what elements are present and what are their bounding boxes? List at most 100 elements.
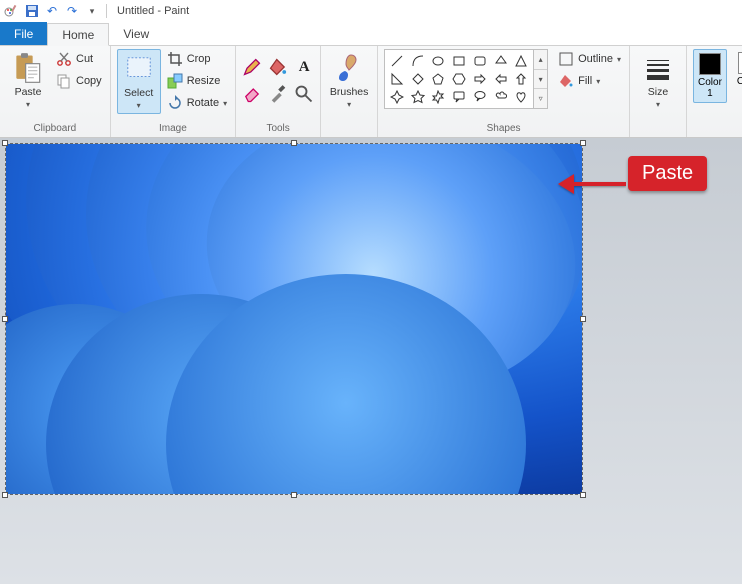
- brush-icon: [335, 52, 363, 84]
- shape-curve-icon: [408, 52, 428, 69]
- annotation-arrow: [556, 170, 626, 198]
- undo-icon[interactable]: ↶: [44, 3, 60, 19]
- handle-w[interactable]: [2, 316, 8, 322]
- shape-arrowr-icon: [470, 70, 490, 87]
- tab-view[interactable]: View: [109, 22, 163, 45]
- size-icon: [644, 52, 672, 84]
- color2-button[interactable]: Color 2: [733, 49, 742, 101]
- dropdown-icon: ▾: [596, 77, 600, 86]
- resize-button[interactable]: Resize: [165, 71, 229, 91]
- color1-label: Color 1: [698, 77, 722, 99]
- shape-polygon-icon: [491, 52, 511, 69]
- text-tool-icon[interactable]: A: [294, 55, 314, 79]
- group-label-tools: Tools: [242, 121, 314, 137]
- shape-heart-icon: [511, 89, 531, 106]
- select-label: Select: [124, 87, 153, 99]
- handle-sw[interactable]: [2, 492, 8, 498]
- fill-tool-icon[interactable]: [268, 55, 288, 79]
- group-brushes: Brushes ▾: [321, 46, 378, 137]
- rotate-label: Rotate: [187, 97, 219, 109]
- zoom-tool-icon[interactable]: [294, 82, 314, 106]
- shape-callout-cloud-icon: [491, 89, 511, 106]
- ribbon-tabs: File Home View: [0, 22, 742, 46]
- image-content: [6, 144, 582, 494]
- handle-n[interactable]: [291, 140, 297, 146]
- canvas-selection[interactable]: [6, 144, 582, 494]
- group-colors: Color 1 Color 2: [687, 46, 742, 137]
- dropdown-icon: ▾: [223, 99, 227, 108]
- resize-label: Resize: [187, 75, 221, 87]
- rotate-icon: [167, 95, 183, 111]
- shape-line-icon: [387, 52, 407, 69]
- pencil-tool-icon[interactable]: [242, 55, 262, 79]
- outline-button[interactable]: Outline ▾: [556, 49, 623, 69]
- work-area: [0, 138, 742, 584]
- handle-ne[interactable]: [580, 140, 586, 146]
- crop-label: Crop: [187, 53, 211, 65]
- pasted-image[interactable]: [6, 144, 582, 494]
- select-button[interactable]: Select ▾: [117, 49, 161, 114]
- brushes-button[interactable]: Brushes ▾: [327, 49, 371, 112]
- spacer: [693, 121, 742, 137]
- cut-button[interactable]: Cut: [54, 49, 104, 69]
- group-label-shapes: Shapes: [384, 121, 623, 137]
- resize-icon: [167, 73, 183, 89]
- color2-label: Color 2: [737, 76, 742, 98]
- handle-se[interactable]: [580, 492, 586, 498]
- group-label-clipboard: Clipboard: [6, 121, 104, 137]
- size-button[interactable]: Size ▾: [636, 49, 680, 112]
- group-image: Select ▾ Crop Resize Rotate ▾ Image: [111, 46, 236, 137]
- group-shapes: ▴ ▾ ▿ Outline ▾ Fill ▾ Shapes: [378, 46, 630, 137]
- paste-label: Paste: [15, 86, 42, 98]
- cut-label: Cut: [76, 53, 93, 65]
- crop-icon: [167, 51, 183, 67]
- scroll-down-icon: ▾: [534, 70, 547, 90]
- scroll-more-icon: ▿: [534, 89, 547, 108]
- brushes-label: Brushes: [330, 86, 369, 98]
- outline-icon: [558, 51, 574, 67]
- tab-home[interactable]: Home: [47, 23, 109, 46]
- save-icon[interactable]: [24, 3, 40, 19]
- rotate-button[interactable]: Rotate ▾: [165, 93, 229, 113]
- paste-button[interactable]: Paste ▾: [6, 49, 50, 112]
- color1-button[interactable]: Color 1: [693, 49, 727, 103]
- qat-customize-icon[interactable]: ▾: [84, 3, 100, 19]
- group-tools: A Tools: [236, 46, 321, 137]
- title-bar: ↶ ↷ ▾ Untitled - Paint: [0, 0, 742, 22]
- shape-star4-icon: [387, 89, 407, 106]
- copy-button[interactable]: Copy: [54, 71, 104, 91]
- spacer: [636, 121, 680, 137]
- fill-icon: [558, 73, 574, 89]
- redo-icon[interactable]: ↷: [64, 3, 80, 19]
- shape-rtriangle-icon: [387, 70, 407, 87]
- shape-arrowu-icon: [511, 70, 531, 87]
- eraser-tool-icon[interactable]: [242, 82, 262, 106]
- handle-e[interactable]: [580, 316, 586, 322]
- separator: [106, 4, 107, 18]
- group-size: Size ▾: [630, 46, 687, 137]
- tab-file[interactable]: File: [0, 22, 47, 45]
- paste-icon: [14, 52, 42, 84]
- picker-tool-icon[interactable]: [268, 82, 288, 106]
- handle-nw[interactable]: [2, 140, 8, 146]
- scroll-up-icon: ▴: [534, 50, 547, 70]
- app-icon: [4, 3, 20, 19]
- quick-access-toolbar: ↶ ↷ ▾: [0, 3, 104, 19]
- crop-button[interactable]: Crop: [165, 49, 229, 69]
- handle-s[interactable]: [291, 492, 297, 498]
- shape-diamond-icon: [408, 70, 428, 87]
- color1-swatch: [699, 53, 721, 75]
- shapes-gallery[interactable]: [384, 49, 534, 109]
- shape-callout-rect-icon: [449, 89, 469, 106]
- spacer: [327, 121, 371, 137]
- group-label-image: Image: [117, 121, 229, 137]
- dropdown-icon: ▾: [347, 100, 351, 109]
- fill-button[interactable]: Fill ▾: [556, 71, 623, 91]
- annotation-text: Paste: [628, 156, 707, 191]
- shape-arrowl-icon: [491, 70, 511, 87]
- group-clipboard: Paste ▾ Cut Copy Clipboard: [0, 46, 111, 137]
- shape-rect-icon: [449, 52, 469, 69]
- annotation-callout: Paste: [628, 156, 707, 191]
- shape-star6-icon: [429, 89, 449, 106]
- shapes-gallery-scroll[interactable]: ▴ ▾ ▿: [534, 49, 548, 109]
